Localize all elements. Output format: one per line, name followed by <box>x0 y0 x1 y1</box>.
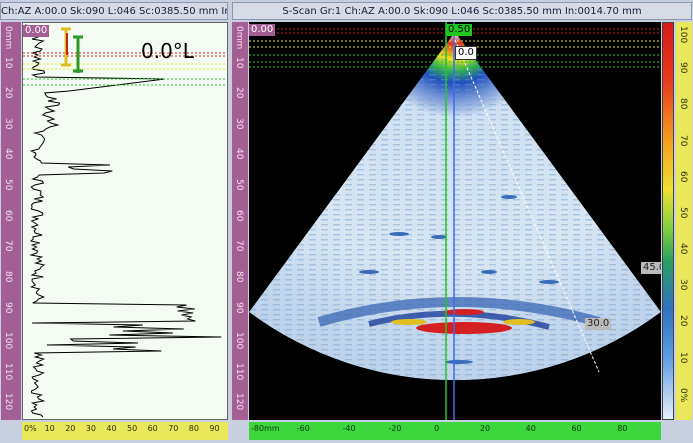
scale-tick-label: 90 <box>209 424 220 433</box>
depth-tick-label: 40 <box>234 148 244 160</box>
depth-tick-label: 30 <box>678 279 688 291</box>
depth-tick-label: 0mm <box>3 26 13 50</box>
scale-tick-label: -60 <box>296 424 310 433</box>
depth-tick-label: 20 <box>234 87 244 99</box>
scale-tick-label: 60 <box>147 424 158 433</box>
scale-tick-label: 10 <box>44 424 55 433</box>
depth-tick-label: 20 <box>678 315 688 327</box>
depth-tick-label: 70 <box>3 240 13 252</box>
depth-tick-label: 60 <box>234 209 244 222</box>
depth-tick-label: 80 <box>3 270 13 283</box>
scale-tick-label: -40 <box>342 424 356 433</box>
depth-tick-label: 100 <box>678 26 688 44</box>
depth-tick-label: 70 <box>678 134 688 146</box>
sscan-header: S-Scan Gr:1 Ch:AZ A:00.0 Sk:090 L:046 Sc… <box>232 2 692 20</box>
depth-tick-label: 60 <box>678 170 688 183</box>
depth-tick-label: 80 <box>234 270 244 283</box>
sscan-image <box>249 22 661 420</box>
depth-tick-label: 120 <box>3 393 13 411</box>
color-palette-bar <box>662 22 674 420</box>
cursor-box-value[interactable]: 0.0 <box>455 46 477 60</box>
angle-label: 0.0°L <box>141 39 194 63</box>
scale-tick-label: 60 <box>571 424 582 433</box>
scale-tick-label: -80mm <box>251 424 280 433</box>
scale-tick-label: 40 <box>525 424 536 433</box>
depth-tick-label: 0% <box>678 387 688 403</box>
scale-tick-label: 20 <box>479 424 491 433</box>
a-scan-trace <box>24 24 222 418</box>
cursor-top-value[interactable]: 0.50 <box>446 24 473 36</box>
depth-tick-label: 60 <box>3 209 13 222</box>
scale-tick-label: 0 <box>434 424 440 433</box>
depth-tick-label: 30 <box>3 117 13 130</box>
a-scan-panel[interactable]: 0.00 0.0°L <box>22 22 228 420</box>
scale-tick-label: 50 <box>127 424 138 433</box>
depth-tick-label: 10 <box>3 56 13 69</box>
depth-tick-label: 90 <box>234 301 244 313</box>
depth-tick-label: 100 <box>234 332 244 350</box>
depth-tick-label: 90 <box>3 301 13 313</box>
amplitude-scale[interactable]: 0% 10 20 30 40 50 60 70 80 90 <box>22 422 228 440</box>
gate-bracket-icon <box>57 25 89 77</box>
depth-tick-label: 10 <box>234 56 244 69</box>
scale-tick-label: 20 <box>65 424 76 433</box>
left-header-text: Ch:AZ A:00.0 Sk:090 L:046 Sc:0385.50 mm … <box>1 6 228 17</box>
sscan-depth-scale[interactable]: 0mm 10 20 30 40 50 60 70 80 90 100 110 120 <box>232 22 248 420</box>
left-gate-value: 0.00 <box>23 25 50 37</box>
angle-label-30: 30.0 <box>585 318 612 330</box>
depth-tick-label: 120 <box>234 393 244 411</box>
index-scale[interactable]: -80mm -60 -40 -20 0 20 40 60 80 <box>249 422 661 440</box>
depth-tick-label: 10 <box>678 351 688 364</box>
depth-tick-label: 110 <box>234 362 244 380</box>
depth-tick-label: 70 <box>234 240 244 252</box>
a-scan-plot <box>23 24 227 418</box>
depth-tick-label: 90 <box>678 62 688 74</box>
depth-tick-label: 80 <box>678 98 688 110</box>
sscan-view[interactable]: 0.00 0.50 0.0 45.0 30.0 <box>249 22 661 420</box>
left-depth-scale[interactable]: 0mm 10 20 30 40 50 60 70 80 90 100 110 120 <box>1 22 21 420</box>
left-panel-header: Ch:AZ A:00.0 Sk:090 L:046 Sc:0385.50 mm … <box>0 2 228 20</box>
depth-tick-label: 50 <box>234 179 244 191</box>
color-scale[interactable]: 100 90 80 70 60 50 40 30 20 10 0% <box>676 22 692 420</box>
sscan-gate-value: 0.00 <box>249 24 276 36</box>
scale-tick-label: 0% <box>24 424 37 433</box>
sscan-header-text: S-Scan Gr:1 Ch:AZ A:00.0 Sk:090 L:046 Sc… <box>282 6 642 17</box>
scale-tick-label: 70 <box>168 424 179 433</box>
depth-tick-label: 30 <box>234 117 244 130</box>
depth-tick-label: 100 <box>3 332 13 350</box>
scale-tick-label: -20 <box>388 424 402 433</box>
depth-tick-label: 20 <box>3 87 13 99</box>
depth-tick-label: 50 <box>678 206 688 219</box>
depth-tick-label: 0mm <box>234 26 244 50</box>
depth-tick-label: 50 <box>3 179 13 191</box>
depth-tick-label: 40 <box>3 148 13 160</box>
scale-tick-label: 80 <box>617 424 628 433</box>
scale-tick-label: 80 <box>188 424 199 433</box>
angle-label-45: 45.0 <box>641 262 661 274</box>
depth-tick-label: 110 <box>3 362 13 380</box>
depth-tick-label: 40 <box>678 243 688 255</box>
scale-tick-label: 30 <box>85 424 96 433</box>
scale-tick-label: 40 <box>106 424 117 433</box>
